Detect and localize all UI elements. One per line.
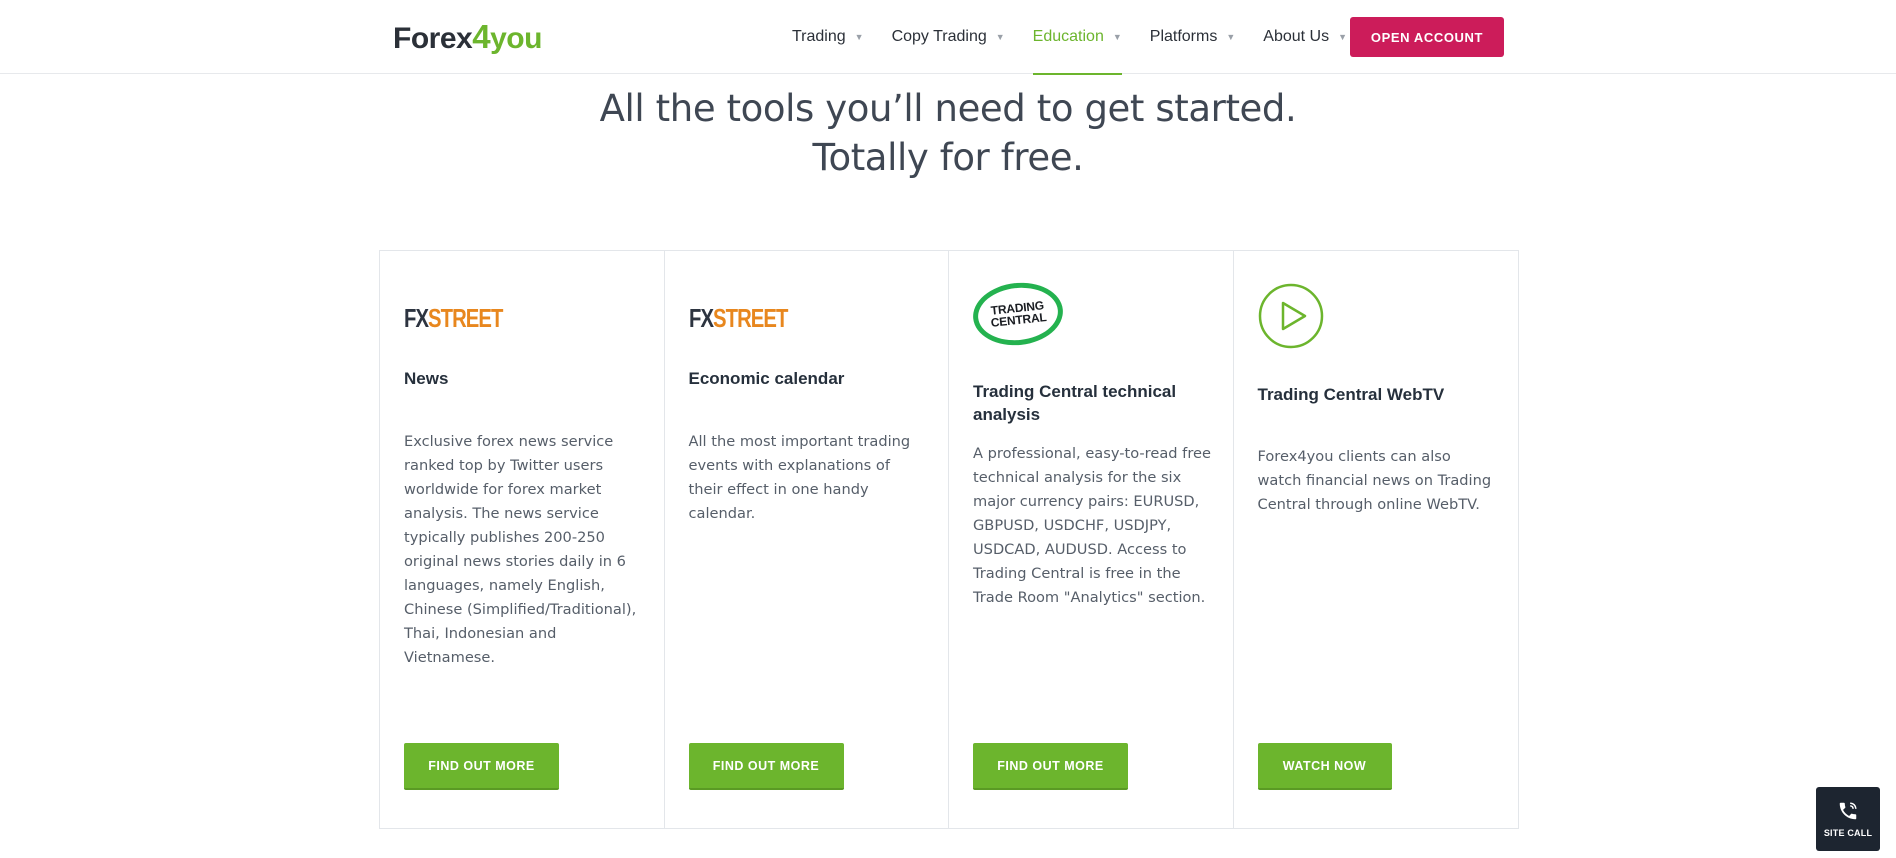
hero-heading: All the tools you’ll need to get started… xyxy=(0,84,1896,182)
logo-text-forex: Forex xyxy=(393,22,473,55)
card-title: News xyxy=(404,369,449,388)
card-economic-calendar: FXSTREET Economic calendar All the most … xyxy=(665,251,949,828)
site-call-label: SITE CALL xyxy=(1823,828,1873,838)
caret-down-icon: ▼ xyxy=(854,32,864,42)
card-description: Exclusive forex news service ranked top … xyxy=(404,433,637,666)
nav-item-platforms[interactable]: Platforms ▼ xyxy=(1150,0,1236,74)
nav-label: Platforms xyxy=(1149,28,1218,45)
find-out-more-button[interactable]: FIND OUT MORE xyxy=(688,743,844,790)
hero-line-1: All the tools you’ll need to get started… xyxy=(599,87,1297,130)
hero-line-2: Totally for free. xyxy=(812,136,1084,179)
caret-down-icon: ▼ xyxy=(1112,32,1122,42)
card-description: A professional, easy-to-read free techni… xyxy=(973,445,1211,606)
find-out-more-button[interactable]: FIND OUT MORE xyxy=(973,743,1128,790)
play-circle-icon xyxy=(1258,283,1323,349)
main-nav: Trading ▼ Copy Trading ▼ Education ▼ Platfo… xyxy=(792,0,1375,75)
card-title: Trading Central WebTV xyxy=(1257,385,1445,404)
nav-label: Education xyxy=(1032,28,1104,45)
caret-down-icon: ▼ xyxy=(1226,32,1236,42)
logo-text-you: you xyxy=(490,22,542,55)
card-title: Trading Central technical analysis xyxy=(973,382,1177,424)
card-trading-central-webtv: Trading Central WebTV Forex4you clients … xyxy=(1234,251,1519,828)
nav-label: Copy Trading xyxy=(891,28,987,45)
fxstreet-logo-fx: FX xyxy=(404,303,429,333)
nav-item-education[interactable]: Education ▼ xyxy=(1032,0,1122,75)
nav-label: Trading xyxy=(792,28,846,45)
nav-item-about-us[interactable]: About Us ▼ xyxy=(1263,0,1347,74)
card-description: Forex4you clients can also watch financi… xyxy=(1257,448,1492,513)
watch-now-button[interactable]: WATCH NOW xyxy=(1257,743,1392,790)
nav-item-copy-trading[interactable]: Copy Trading ▼ xyxy=(892,0,1005,74)
card-news: FXSTREET News Exclusive forex news servi… xyxy=(380,251,665,828)
fxstreet-logo-fx: FX xyxy=(688,303,714,333)
nav-label: About Us xyxy=(1263,28,1330,45)
site-call-button[interactable]: SITE CALL xyxy=(1816,787,1880,851)
fxstreet-logo-street: STREET xyxy=(712,303,788,333)
trading-central-logo: TRADING CENTRAL xyxy=(970,278,1066,350)
caret-down-icon: ▼ xyxy=(995,32,1005,42)
open-account-button[interactable]: OPEN ACCOUNT xyxy=(1350,17,1504,57)
card-title: Economic calendar xyxy=(688,369,845,388)
fxstreet-logo: FXSTREET xyxy=(688,303,788,334)
nav-item-trading[interactable]: Trading ▼ xyxy=(792,0,864,74)
card-trading-central-analysis: TRADING CENTRAL Trading Central technica… xyxy=(949,251,1234,828)
fxstreet-logo: FXSTREET xyxy=(404,303,503,334)
forex4you-logo[interactable]: Forex 4 you xyxy=(393,18,542,55)
fxstreet-logo-street: STREET xyxy=(428,303,503,333)
site-header: Forex 4 you Trading ▼ Copy Trading ▼ Educati… xyxy=(0,0,1896,75)
logo-text-4: 4 xyxy=(472,18,491,55)
find-out-more-button[interactable]: FIND OUT MORE xyxy=(404,743,559,790)
tools-cards: FXSTREET News Exclusive forex news servi… xyxy=(379,250,1519,829)
phone-icon xyxy=(1839,802,1857,820)
caret-down-icon: ▼ xyxy=(1338,32,1347,42)
card-description: All the most important trading events wi… xyxy=(688,433,911,522)
